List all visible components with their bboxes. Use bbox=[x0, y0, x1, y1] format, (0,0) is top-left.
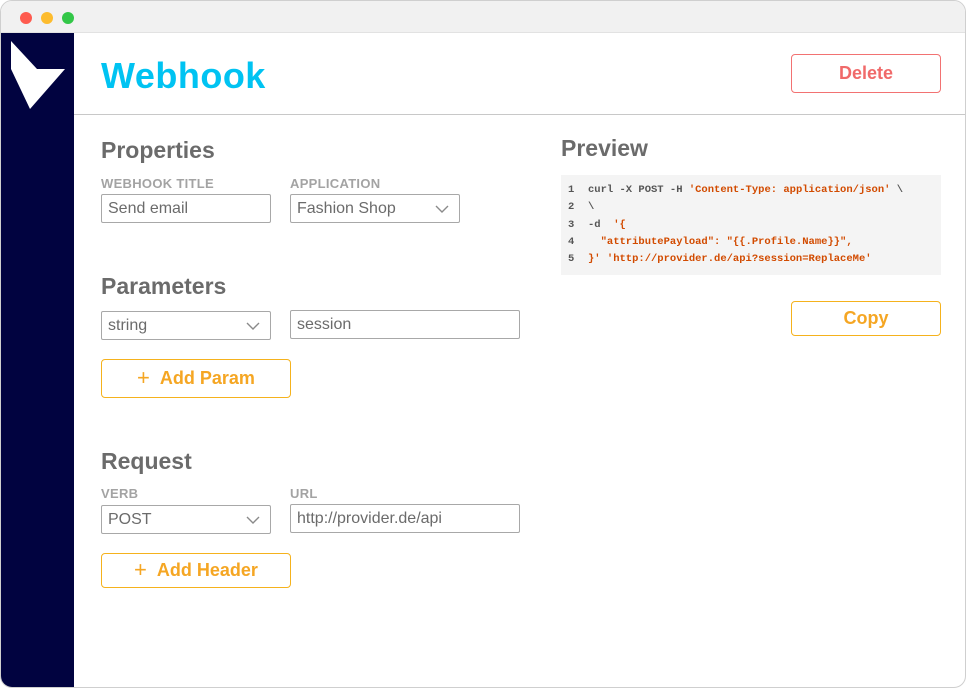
plus-icon: + bbox=[137, 364, 150, 390]
sidebar bbox=[1, 33, 74, 687]
add-header-button[interactable]: + Add Header bbox=[101, 553, 291, 588]
verb-label: VERB bbox=[101, 486, 139, 501]
application-label: APPLICATION bbox=[290, 176, 381, 191]
delete-button[interactable]: Delete bbox=[791, 54, 941, 93]
app-window: Webhook Delete Properties WEBHOOK TITLE … bbox=[0, 0, 966, 688]
url-value: http://provider.de/api bbox=[297, 509, 442, 527]
line-number: 2 bbox=[568, 201, 575, 214]
maximize-window-button[interactable] bbox=[62, 12, 74, 24]
header-divider bbox=[74, 114, 965, 115]
add-param-label: Add Param bbox=[159, 368, 255, 388]
code-text: curl -X POST -H bbox=[588, 184, 689, 196]
parameters-heading: Parameters bbox=[101, 273, 227, 299]
code-line: 4 "attributePayload": "{{.Profile.Name}}… bbox=[568, 236, 941, 253]
code-line: 5 }' 'http://provider.de/api?session=Repl… bbox=[568, 253, 941, 270]
url-input[interactable]: http://provider.de/api bbox=[290, 504, 520, 533]
properties-heading: Properties bbox=[101, 137, 215, 163]
application-value: Fashion Shop bbox=[297, 199, 396, 217]
code-string: '{ bbox=[613, 218, 626, 231]
copy-button[interactable]: Copy bbox=[791, 301, 941, 336]
code-string: "attributePayload": "{{.Profile.Name}}", bbox=[588, 235, 853, 248]
code-line: 2 \ bbox=[568, 201, 941, 218]
webhook-title-input[interactable]: Send email bbox=[101, 194, 271, 223]
line-number: 1 bbox=[568, 184, 575, 196]
code-text: \ bbox=[890, 184, 904, 196]
code-string: 'Content-Type: application/json' bbox=[688, 184, 891, 196]
line-number: 4 bbox=[568, 235, 575, 248]
code-string: }' 'http://provider.de/api?session=Repla… bbox=[588, 253, 872, 266]
code-preview: 1 curl -X POST -H 'Content-Type: applicat… bbox=[561, 175, 941, 275]
parameter-type-select[interactable]: string bbox=[101, 311, 271, 340]
verb-value: POST bbox=[108, 510, 152, 528]
parameter-name-value: session bbox=[297, 315, 352, 333]
application-select[interactable]: Fashion Shop bbox=[290, 194, 460, 223]
code-line: 3 -d '{ bbox=[568, 219, 941, 236]
parameter-name-input[interactable]: session bbox=[290, 310, 520, 339]
add-param-button[interactable]: + Add Param bbox=[101, 359, 291, 398]
chevron-down-icon bbox=[435, 205, 449, 213]
verb-select[interactable]: POST bbox=[101, 505, 271, 534]
line-number: 3 bbox=[568, 218, 575, 231]
page-title: Webhook bbox=[101, 55, 266, 96]
preview-heading: Preview bbox=[561, 135, 648, 161]
app-logo-icon[interactable] bbox=[11, 41, 67, 111]
line-number: 5 bbox=[568, 253, 575, 266]
code-text: \ bbox=[588, 201, 595, 214]
code-line: 1 curl -X POST -H 'Content-Type: applicat… bbox=[568, 184, 941, 201]
close-window-button[interactable] bbox=[20, 12, 32, 24]
minimize-window-button[interactable] bbox=[41, 12, 53, 24]
request-heading: Request bbox=[101, 448, 192, 474]
parameter-type-value: string bbox=[108, 316, 148, 334]
plus-icon: + bbox=[134, 556, 147, 582]
title-bar bbox=[1, 1, 965, 33]
chevron-down-icon bbox=[246, 322, 260, 330]
code-text: -d bbox=[588, 218, 614, 231]
add-header-label: Add Header bbox=[156, 560, 258, 580]
url-label: URL bbox=[290, 486, 318, 501]
chevron-down-icon bbox=[246, 516, 260, 524]
webhook-title-value: Send email bbox=[108, 199, 189, 217]
webhook-title-label: WEBHOOK TITLE bbox=[101, 176, 214, 191]
